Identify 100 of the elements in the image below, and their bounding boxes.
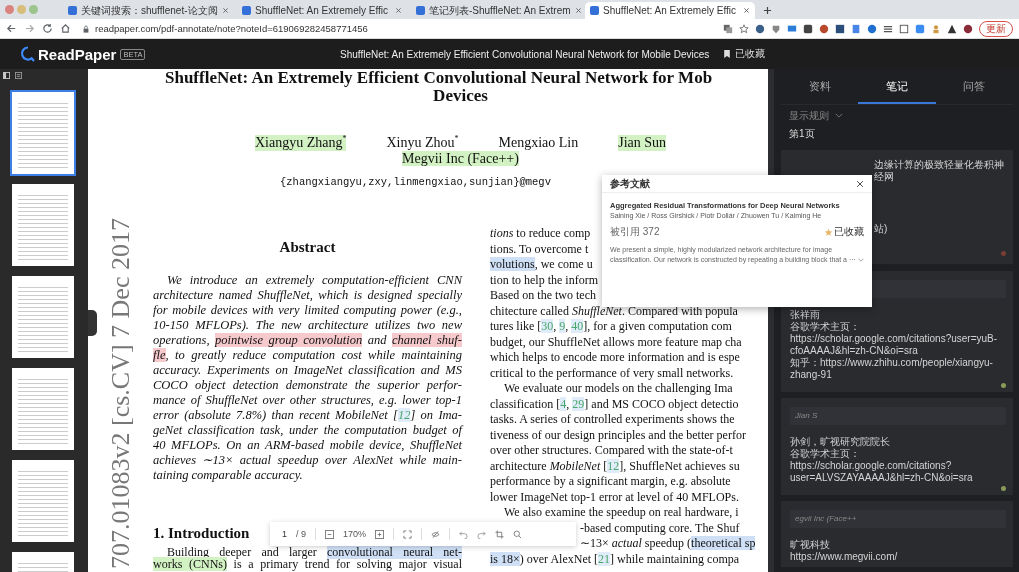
note-text: 张祥雨 bbox=[790, 309, 821, 321]
text-line: error (absolute 7.8%) than recent MobileNet [12] on Ima- bbox=[153, 408, 462, 423]
address-bar[interactable]: readpaper.com/pdf-annotate/note?noteId=619069282458771456 bbox=[78, 20, 716, 37]
text-line: chitecture called ShuffleNet. Compared with popula bbox=[490, 303, 738, 319]
extension-icon[interactable] bbox=[835, 23, 845, 34]
author-name: Jian Sun bbox=[618, 135, 667, 151]
browser-tab[interactable]: ShuffleNet: An Extremely Effic bbox=[237, 2, 407, 19]
extension-icon[interactable] bbox=[803, 23, 813, 34]
saved-label[interactable]: 已收藏 bbox=[834, 225, 864, 239]
page-thumbnail[interactable] bbox=[10, 458, 76, 544]
paper-title: ShuffleNet: An Extremely Efficient Convolutional Neural Network for Mob bbox=[164, 69, 714, 87]
browser-tab[interactable]: 关键词搜索：shufflenet-论文阅 bbox=[63, 2, 233, 19]
close-tab-icon[interactable] bbox=[395, 7, 402, 14]
author-name: Xiangyu Zhang$^{*}$ bbox=[254, 135, 347, 151]
affiliation: Megvii Inc (Face++) bbox=[402, 151, 519, 166]
page-thumbnail[interactable] bbox=[10, 182, 76, 268]
extension-icon[interactable] bbox=[755, 23, 765, 34]
close-icon[interactable] bbox=[856, 179, 864, 188]
text-line: for mobile devices with very limited computing power (e.g., bbox=[153, 303, 462, 318]
text-line: Based on the two tech bbox=[490, 288, 596, 304]
document-title: ShuffleNet: An Extremely Efficient Convolutional Neural Network for Mobile Devices bbox=[340, 48, 710, 60]
note-card[interactable]: egvii Inc (Face++ 旷视科技 https://www.megvii.com/ bbox=[781, 501, 1013, 567]
author-name: Xinyu Zhou$^{*}$ bbox=[386, 135, 459, 151]
display-rules-dropdown[interactable]: 显示规则 bbox=[789, 108, 829, 123]
search-icon[interactable] bbox=[513, 529, 523, 539]
popup-heading: 参考文献 bbox=[610, 176, 650, 191]
text-line: COCO object detection demonstrate the superior perfor- bbox=[153, 378, 462, 393]
note-text: 旷视科技 bbox=[790, 539, 831, 551]
quote-box: egvii Inc (Face++ bbox=[790, 510, 1006, 528]
extension-icon[interactable] bbox=[963, 23, 973, 34]
text-line: mance of ShuffleNet over other structures, e.g. lower top-1 bbox=[153, 393, 462, 408]
lock-icon bbox=[82, 24, 90, 33]
star-icon[interactable] bbox=[739, 23, 749, 34]
text-line: is 18×) over AlexNet [21] while maintaining compa bbox=[490, 551, 740, 567]
extension-icon[interactable] bbox=[899, 23, 909, 34]
text-line: accuracy. Experiments on ImageNet classification and MS bbox=[153, 363, 462, 378]
arxiv-identifier-text: 707.01083v2 [cs.CV] 7 Dec 2017 bbox=[105, 217, 136, 569]
author-name: Mengxiao Lin bbox=[498, 135, 579, 151]
text-line: achieves ∼13× actual speedup over AlexNet while main- bbox=[153, 453, 462, 468]
extension-icon[interactable] bbox=[947, 23, 957, 34]
logo-text: ReadPaper bbox=[38, 45, 117, 63]
home-icon[interactable] bbox=[60, 23, 71, 34]
text-line: tasks. A series of controlled experiments shows the bbox=[490, 412, 735, 428]
close-tab-icon[interactable] bbox=[221, 7, 229, 14]
star-icon[interactable] bbox=[824, 227, 833, 237]
text-line: works (CNNs) is a primary trend for solving major visual bbox=[153, 558, 462, 571]
text-line: taining comparable accuracy. bbox=[153, 468, 304, 483]
text-line: classification [4, 29] and MS COCO object detectio bbox=[490, 396, 739, 412]
text-line: critical to the performance of very small networks. bbox=[490, 365, 734, 381]
panel-tab[interactable]: 资料 bbox=[781, 69, 859, 104]
note-text: 孙剑，旷视研究院院长 bbox=[790, 436, 891, 448]
text-line: lower ImageNet top-1 error at level of 40 MFLOPs. bbox=[490, 489, 739, 505]
hide-icon[interactable] bbox=[431, 529, 441, 539]
browser-tab[interactable]: 笔记列表-ShuffleNet: An Extrem bbox=[411, 2, 581, 19]
text-line: Building deeper and larger convolutional neural net- bbox=[167, 546, 462, 559]
zoom-level: 170% bbox=[343, 529, 367, 539]
text-line: which helps to encode more information and is espe bbox=[490, 350, 740, 366]
text-line: tures like [30, 9, 40], for a given computation com bbox=[490, 319, 732, 335]
bookmark-icon[interactable] bbox=[723, 49, 732, 59]
text-line: tion to help the inform bbox=[490, 272, 598, 288]
translate-icon[interactable] bbox=[723, 23, 733, 34]
new-tab-icon[interactable] bbox=[763, 6, 772, 15]
text-line: ∼13× actual speedup (theoretical sp bbox=[580, 536, 756, 552]
thumbnail-view-icon[interactable] bbox=[3, 72, 10, 79]
browser-tab[interactable]: ShuffleNet: An Extremely Effic bbox=[585, 2, 755, 19]
page-number-field[interactable]: 1 bbox=[282, 529, 287, 539]
zoom-in-icon[interactable] bbox=[375, 529, 385, 539]
note-text: 谷歌学术主页：https://scholar.google.com/citations?user=ALVSZAYAAAAJ&hl=zh-CN&oi=sra bbox=[790, 448, 974, 484]
section-heading: Abstract bbox=[279, 238, 336, 256]
text-line: -based computing core. The Shuf bbox=[580, 520, 740, 536]
note-card[interactable]: Jian S 孙剑，旷视研究院院长 谷歌学术主页：https://scholar.google.com/citations?user=ALVSZAYAAAAJ&hl=zh-CN&oi=sra bbox=[781, 398, 1013, 495]
zoom-out-icon[interactable] bbox=[325, 529, 335, 539]
note-text: 谷歌学术主页：https://scholar.google.com/citations?user=yuB-cfoAAAAJ&hl=zh-CN&oi=sra bbox=[790, 321, 999, 357]
text-line: budget, our ShuffleNet allows more feature map cha bbox=[490, 334, 742, 350]
chevron-down-icon[interactable] bbox=[835, 113, 843, 118]
reload-icon[interactable] bbox=[42, 23, 53, 34]
page-count: / 9 bbox=[296, 529, 307, 539]
text-line: We evaluate our models on the challenging Ima bbox=[503, 381, 733, 397]
favicon-icon bbox=[416, 6, 425, 15]
note-text: 站) bbox=[874, 223, 889, 235]
favicon-icon bbox=[68, 6, 77, 15]
outline-view-icon[interactable] bbox=[15, 72, 22, 79]
text-line: We introduce an extremely computation-efficient CNN bbox=[166, 273, 462, 288]
text-line: performance by a significant margin, e.g. absolute bbox=[490, 474, 731, 490]
bookmark-label[interactable]: 已收藏 bbox=[735, 47, 766, 61]
text-line: volutions, we come u bbox=[490, 257, 593, 273]
page-thumbnail[interactable] bbox=[10, 274, 76, 360]
page-thumbnail[interactable] bbox=[10, 366, 76, 452]
extension-icon[interactable] bbox=[883, 23, 893, 34]
text-line: architecture MobileNet [12], ShuffleNet achieves su bbox=[490, 458, 740, 474]
panel-tab[interactable]: 问答 bbox=[935, 69, 1013, 104]
text-line: 10-150 MFLOPs). The new architecture utilizes two new bbox=[153, 318, 462, 333]
close-tab-icon[interactable] bbox=[743, 7, 750, 14]
update-button[interactable]: 更新 bbox=[979, 20, 1013, 37]
collapse-handle[interactable] bbox=[88, 310, 97, 336]
close-tab-icon[interactable] bbox=[574, 7, 582, 14]
back-icon[interactable] bbox=[6, 23, 17, 34]
panel-tab[interactable]: 笔记 bbox=[858, 69, 936, 104]
crop-icon[interactable] bbox=[495, 529, 505, 539]
page-thumbnail[interactable] bbox=[10, 90, 76, 176]
